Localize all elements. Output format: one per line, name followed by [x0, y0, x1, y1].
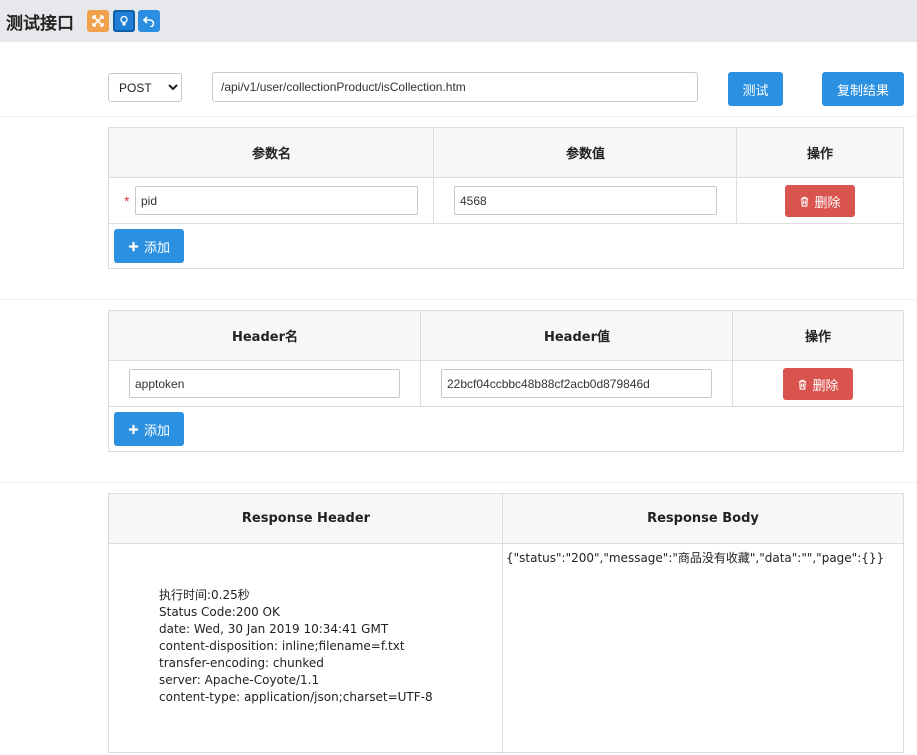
delete-param-button[interactable]: 删除 [785, 185, 855, 217]
header-name-input[interactable] [129, 369, 400, 398]
headers-table: Header名 Header值 操作 删除 添加 [108, 310, 904, 452]
response-body-panel[interactable]: {"status":"200","message":"商品没有收藏","data… [503, 545, 903, 755]
header-value-input[interactable] [441, 369, 712, 398]
add-header-button[interactable]: 添加 [114, 412, 184, 446]
response-header-panel: 执行时间:0.25秒 Status Code:200 OK date: Wed,… [109, 545, 502, 755]
response-header-title: Response Header [109, 494, 503, 544]
headers-col-op: 操作 [733, 311, 903, 361]
back-button[interactable] [138, 10, 160, 32]
required-marker: * [124, 193, 130, 209]
add-label: 添加 [143, 423, 170, 439]
delete-label: 删除 [812, 378, 839, 394]
page-title: 测试接口 [6, 14, 74, 34]
divider [0, 116, 917, 117]
add-param-button[interactable]: 添加 [114, 229, 184, 263]
response-body-text: {"status":"200","message":"商品没有收藏","data… [506, 551, 885, 565]
top-bar: 测试接口 [0, 0, 917, 42]
url-input[interactable] [212, 72, 698, 102]
add-label: 添加 [143, 240, 170, 256]
divider [0, 299, 917, 300]
expand-icon [92, 15, 104, 27]
lightbulb-icon [120, 15, 128, 26]
params-col-op: 操作 [737, 128, 903, 178]
trash-icon [801, 196, 809, 207]
trash-icon [799, 379, 807, 390]
tips-button[interactable] [113, 10, 135, 32]
param-name-input[interactable] [135, 186, 418, 215]
table-row: * 删除 [109, 178, 903, 224]
method-select[interactable]: POST [108, 73, 182, 102]
plus-icon [128, 424, 139, 434]
undo-icon [143, 16, 155, 27]
delete-label: 删除 [814, 195, 841, 211]
param-value-input[interactable] [454, 186, 717, 215]
copy-result-button[interactable]: 复制结果 [822, 72, 904, 106]
divider [0, 482, 917, 483]
params-col-name: 参数名 [109, 128, 434, 178]
delete-header-button[interactable]: 删除 [783, 368, 853, 400]
plus-icon [128, 241, 139, 251]
headers-col-name: Header名 [109, 311, 421, 361]
params-table: 参数名 参数值 操作 * 删除 添加 [108, 127, 904, 269]
test-button[interactable]: 测试 [728, 72, 783, 106]
table-row: 删除 [109, 361, 903, 407]
params-col-value: 参数值 [434, 128, 737, 178]
response-table: Response Header Response Body 执行时间:0.25秒… [108, 493, 904, 755]
headers-col-value: Header值 [421, 311, 733, 361]
response-header-text: 执行时间:0.25秒 Status Code:200 OK date: Wed,… [159, 588, 433, 704]
fullscreen-button[interactable] [87, 10, 109, 32]
response-body-title: Response Body [503, 494, 903, 544]
